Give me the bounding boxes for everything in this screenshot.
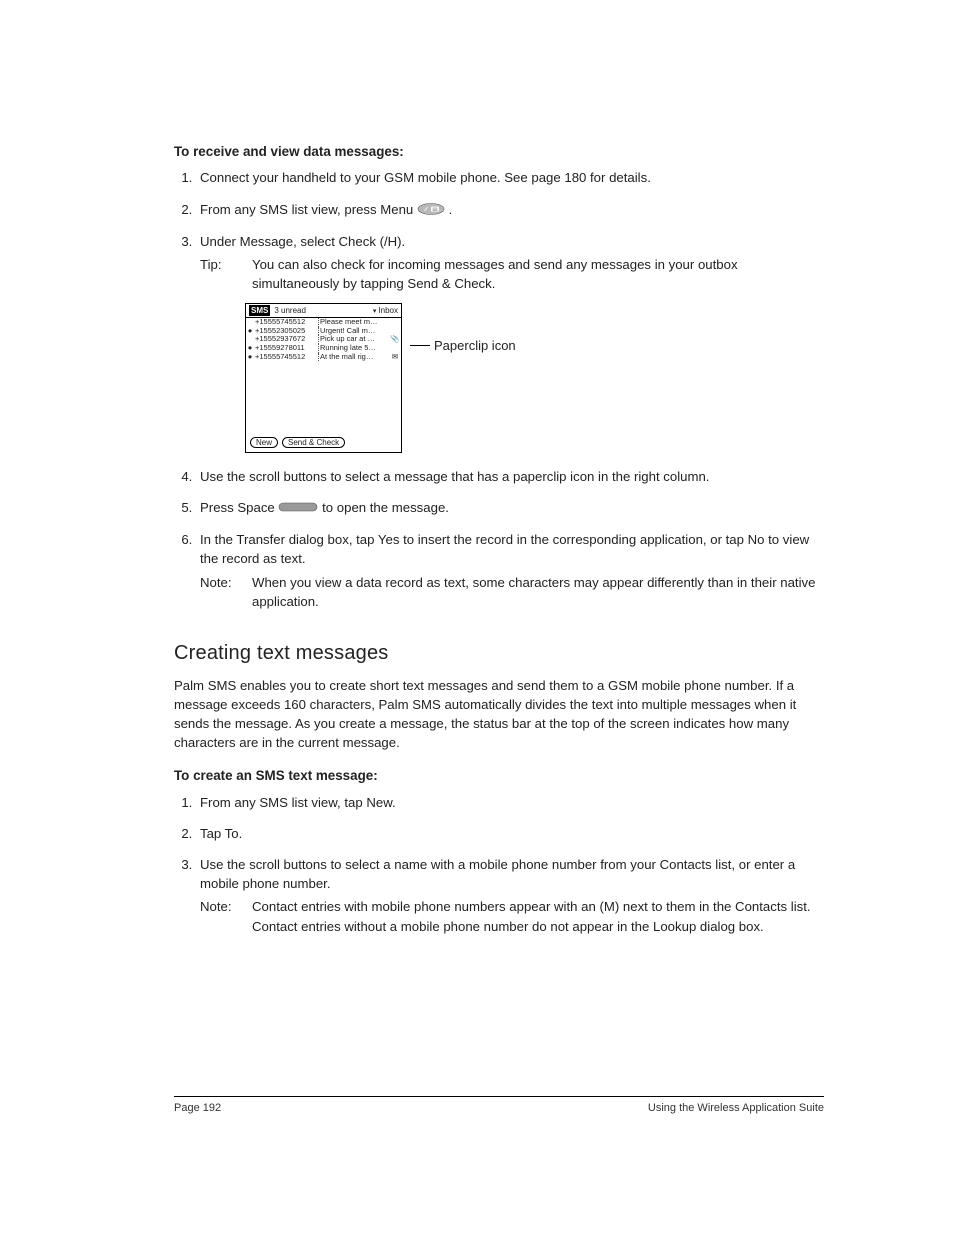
- step-1: Connect your handheld to your GSM mobile…: [196, 168, 824, 187]
- table-row[interactable]: ●+15552305025Urgent! Call m…: [246, 327, 401, 336]
- callout-leader-line: [410, 345, 430, 346]
- note-row: Note: When you view a data record as tex…: [200, 573, 824, 611]
- menu-button-icon: [417, 201, 445, 220]
- palm-device-frame: SMS 3 unread Inbox +15555745512Please me…: [245, 303, 402, 453]
- tip-row: Tip: You can also check for incoming mes…: [200, 255, 824, 293]
- step-4: Use the scroll buttons to select a messa…: [196, 467, 824, 486]
- footer-page-number: Page 192: [174, 1101, 221, 1117]
- s2-step-3: Use the scroll buttons to select a name …: [196, 855, 824, 936]
- attachment-icon: [389, 344, 401, 353]
- s2-note-label: Note:: [200, 897, 234, 935]
- s2-step-2: Tap To.: [196, 824, 824, 843]
- paperclip-icon: 📎: [389, 335, 401, 344]
- note-label: Note:: [200, 573, 234, 611]
- section2-subtitle: To create an SMS text message:: [174, 766, 824, 785]
- palm-send-check-button[interactable]: Send & Check: [282, 437, 345, 448]
- palm-unread-count: 3 unread: [274, 305, 373, 317]
- attachment-icon: [389, 327, 401, 336]
- s2-note-body: Contact entries with mobile phone number…: [252, 897, 824, 935]
- palm-message-list: +15555745512Please meet m… ●+15552305025…: [246, 318, 401, 361]
- note-body: When you view a data record as text, som…: [252, 573, 824, 611]
- tip-body: You can also check for incoming messages…: [252, 255, 824, 293]
- section1-title: To receive and view data messages:: [174, 142, 824, 161]
- step-3: Under Message, select Check (/H). Tip: Y…: [196, 232, 824, 453]
- step-2: From any SMS list view, press Menu .: [196, 200, 824, 220]
- table-row[interactable]: +15555745512Please meet m…: [246, 318, 401, 327]
- palm-folder-dropdown[interactable]: Inbox: [373, 305, 398, 317]
- table-row[interactable]: ●+15559278011Running late 5…: [246, 344, 401, 353]
- space-button-icon: [278, 499, 318, 518]
- step-6: In the Transfer dialog box, tap Yes to i…: [196, 530, 824, 611]
- table-row[interactable]: +15552937672Pick up car at …📎: [246, 335, 401, 344]
- section2-intro: Palm SMS enables you to create short tex…: [174, 676, 824, 753]
- callout-paperclip: Paperclip icon: [410, 303, 516, 356]
- page-footer: Page 192 Using the Wireless Application …: [174, 1096, 824, 1117]
- envelope-icon: ✉: [389, 353, 401, 362]
- tip-label: Tip:: [200, 255, 234, 293]
- palm-app-title: SMS: [249, 305, 270, 317]
- section2-heading: Creating text messages: [174, 639, 824, 668]
- palm-screenshot: SMS 3 unread Inbox +15555745512Please me…: [245, 303, 824, 453]
- palm-header: SMS 3 unread Inbox: [246, 304, 401, 318]
- attachment-icon: [389, 318, 401, 327]
- palm-new-button[interactable]: New: [250, 437, 278, 448]
- page-container: To receive and view data messages: Conne…: [0, 0, 954, 1235]
- s2-step-1: From any SMS list view, tap New.: [196, 793, 824, 812]
- table-row[interactable]: ●+15555745512At the mall rig…✉: [246, 353, 401, 362]
- s2-note-row: Note: Contact entries with mobile phone …: [200, 897, 824, 935]
- footer-chapter-title: Using the Wireless Application Suite: [648, 1101, 824, 1117]
- section2-steps: From any SMS list view, tap New. Tap To.…: [174, 793, 824, 936]
- section1-steps: Connect your handheld to your GSM mobile…: [174, 168, 824, 610]
- step-5: Press Space to open the message.: [196, 498, 824, 518]
